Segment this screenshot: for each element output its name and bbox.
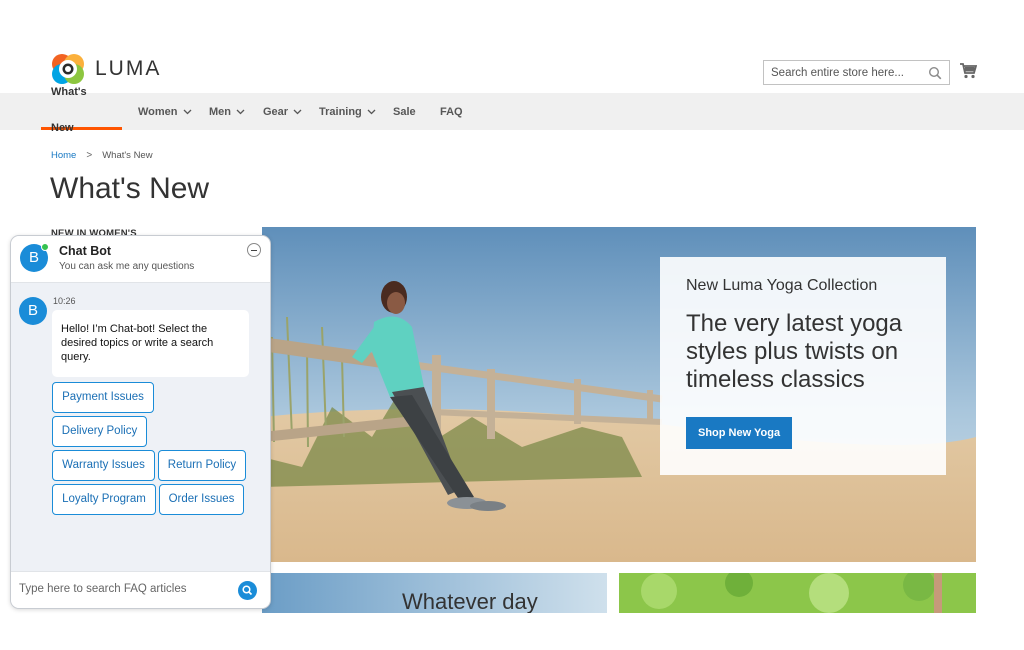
chevron-down-icon bbox=[183, 109, 191, 114]
search-icon bbox=[242, 585, 253, 596]
message-bot-avatar: B bbox=[19, 297, 47, 325]
promo-tile-image bbox=[619, 573, 976, 613]
quick-reply-return-policy[interactable]: Return Policy bbox=[158, 450, 246, 481]
chat-subtitle: You can ask me any questions bbox=[59, 261, 195, 272]
hero-title: The very latest yoga styles plus twists … bbox=[686, 310, 903, 393]
nav-item-training[interactable]: Training bbox=[319, 93, 376, 130]
nav-item-whats-new[interactable]: What's New bbox=[41, 86, 122, 134]
shop-new-yoga-button[interactable]: Shop New Yoga bbox=[686, 417, 793, 449]
hero-subtitle: New Luma Yoga Collection bbox=[686, 277, 878, 294]
nav-item-men[interactable]: Men bbox=[209, 93, 245, 130]
search-icon[interactable] bbox=[928, 66, 942, 80]
promo-tile-title: Whatever day bbox=[402, 589, 538, 613]
quick-reply-order-issues[interactable]: Order Issues bbox=[159, 484, 244, 515]
chevron-down-icon bbox=[367, 109, 376, 114]
bot-avatar-letter: B bbox=[27, 302, 38, 319]
chat-title: Chat Bot bbox=[59, 244, 112, 258]
nav-item-gear[interactable]: Gear bbox=[263, 93, 302, 130]
nav-label: Women bbox=[138, 105, 178, 118]
hero-banner[interactable]: New Luma Yoga Collection The very latest… bbox=[262, 227, 976, 562]
faq-search-button[interactable] bbox=[238, 581, 257, 600]
chevron-down-icon bbox=[236, 109, 245, 114]
breadcrumb-separator: > bbox=[86, 150, 93, 161]
main-navigation: What's New Women Men Gear Training Sale … bbox=[0, 86, 1024, 134]
nav-item-women[interactable]: Women bbox=[138, 93, 192, 130]
nav-label: FAQ bbox=[440, 105, 463, 118]
minimize-chat-button[interactable] bbox=[247, 243, 261, 257]
hero-promo-card: New Luma Yoga Collection The very latest… bbox=[660, 257, 946, 475]
nav-label: What's New bbox=[51, 86, 87, 134]
breadcrumb: Home > What's New bbox=[51, 150, 153, 161]
breadcrumb-current: What's New bbox=[102, 150, 153, 161]
nav-item-sale[interactable]: Sale bbox=[393, 93, 416, 130]
quick-reply-warranty-issues[interactable]: Warranty Issues bbox=[52, 450, 155, 481]
nav-item-faq[interactable]: FAQ bbox=[440, 93, 463, 130]
site-header: LUMA bbox=[0, 0, 1024, 93]
nav-label: Gear bbox=[263, 105, 289, 118]
quick-reply-payment-issues[interactable]: Payment Issues bbox=[52, 382, 154, 413]
chat-input-bar bbox=[11, 571, 270, 608]
quick-reply-loyalty-program[interactable]: Loyalty Program bbox=[52, 484, 156, 515]
cart-icon[interactable] bbox=[959, 62, 977, 80]
breadcrumb-home-link[interactable]: Home bbox=[51, 150, 76, 161]
chat-header: B Chat Bot You can ask me any questions bbox=[11, 236, 270, 283]
store-search[interactable] bbox=[763, 60, 950, 85]
bot-avatar-letter: B bbox=[28, 249, 39, 266]
quick-reply-delivery-policy[interactable]: Delivery Policy bbox=[52, 416, 147, 447]
promo-tile-green[interactable] bbox=[619, 573, 976, 613]
nav-label: Training bbox=[319, 105, 362, 118]
faq-search-input[interactable] bbox=[19, 583, 219, 595]
chevron-down-icon bbox=[293, 109, 302, 114]
chatbot-widget: B Chat Bot You can ask me any questions … bbox=[10, 235, 271, 609]
message-timestamp: 10:26 bbox=[53, 296, 76, 306]
search-input[interactable] bbox=[771, 66, 921, 79]
nav-label: Men bbox=[209, 105, 231, 118]
online-status-dot bbox=[41, 243, 49, 251]
page-title: What's New bbox=[50, 172, 210, 205]
bot-message: Hello! I’m Chat-bot! Select the desired … bbox=[52, 310, 249, 377]
promo-tile-whatever-day[interactable]: Whatever day bbox=[262, 573, 607, 613]
bot-avatar: B bbox=[20, 243, 49, 272]
nav-label: Sale bbox=[393, 105, 416, 118]
